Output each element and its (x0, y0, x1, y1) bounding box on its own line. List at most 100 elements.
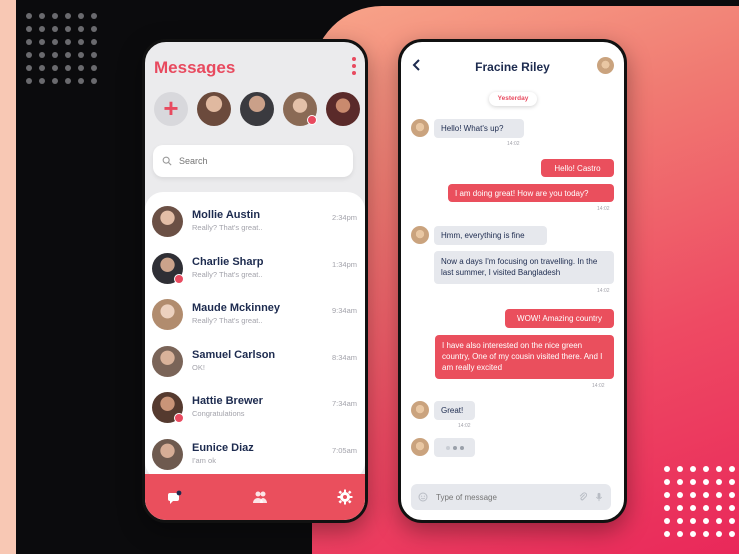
list-item[interactable]: Maude Mckinney Really? That's great.. 9:… (145, 291, 365, 338)
decorative-dot (690, 479, 696, 485)
message-timestamp: 14:02 (507, 141, 520, 147)
search-bar[interactable] (153, 145, 353, 177)
decorative-dot (78, 52, 84, 58)
add-story-button[interactable]: + (154, 92, 188, 126)
contacts-icon[interactable] (252, 489, 268, 505)
decorative-dot (703, 466, 709, 472)
avatar (152, 206, 183, 237)
message-preview: Really? That's great.. (192, 223, 263, 232)
chat-icon[interactable] (166, 489, 182, 505)
decorative-dot (716, 492, 722, 498)
bottom-navigation (145, 474, 365, 520)
search-icon (162, 156, 172, 166)
search-input[interactable] (177, 155, 341, 167)
decorative-dot (78, 65, 84, 71)
avatar[interactable] (597, 57, 614, 74)
avatar (152, 252, 184, 284)
avatar[interactable] (283, 92, 317, 126)
message-preview: Really? That's great.. (192, 269, 263, 279)
decorative-dot (78, 26, 84, 32)
contact-name: Maude Mckinney (192, 302, 281, 314)
decorative-dot-grid (26, 13, 97, 84)
stories-row: + (154, 92, 360, 126)
more-options-icon[interactable] (351, 57, 356, 75)
decorative-dot (664, 505, 670, 511)
decorative-dot (65, 13, 71, 19)
decorative-dot (729, 505, 735, 511)
list-item[interactable]: Samuel Carlson OK! 8:34am (145, 338, 365, 385)
avatar[interactable] (326, 92, 360, 126)
list-item[interactable]: Mollie Austin Really? That's great.. 2:3… (145, 198, 365, 245)
online-indicator (307, 115, 317, 125)
decorative-dot (664, 492, 670, 498)
decorative-dot (677, 518, 683, 524)
decorative-dot (65, 78, 71, 84)
incoming-message: Now a days I'm focusing on travelling. I… (434, 251, 614, 284)
message-time: 7:34am (331, 399, 357, 408)
decorative-dot (39, 26, 45, 32)
incoming-message: Hmm, everything is fine (434, 226, 547, 245)
date-separator: Yesterday (489, 92, 537, 106)
avatar[interactable] (240, 92, 274, 126)
list-item[interactable]: Charlie Sharp Really? That's great.. 1:3… (145, 245, 365, 292)
decorative-dot (677, 479, 683, 485)
decorative-dot (677, 531, 683, 537)
decorative-dot (39, 52, 45, 58)
decorative-dot (52, 13, 58, 19)
decorative-dot (91, 65, 97, 71)
decorative-dot (65, 65, 71, 71)
decorative-dot (703, 479, 709, 485)
decorative-dot (26, 26, 32, 32)
decorative-dot (703, 505, 709, 511)
attachment-icon[interactable] (578, 492, 588, 502)
messages-phone: Messages + Mollie Austin Really? That's … (142, 39, 368, 523)
list-item[interactable]: Hattie Brewer Congratulations 7:34am (145, 384, 365, 431)
list-item[interactable]: Eunice Diaz I'am ok 7:05am (145, 431, 365, 478)
decorative-dot (39, 78, 45, 84)
decorative-dot (26, 65, 32, 71)
outgoing-message: Hello! Castro (541, 159, 614, 177)
avatar (152, 299, 183, 330)
avatar (411, 226, 429, 244)
decorative-dot (677, 466, 683, 472)
decorative-dot (52, 78, 58, 84)
decorative-dot (716, 505, 722, 511)
decorative-dot (52, 52, 58, 58)
message-time: 1:34pm (331, 259, 357, 269)
decorative-dot (91, 13, 97, 19)
microphone-icon[interactable] (594, 492, 604, 502)
decorative-dot (664, 466, 670, 472)
decorative-dot (664, 531, 670, 537)
settings-icon[interactable] (337, 489, 353, 505)
avatar[interactable] (197, 92, 231, 126)
message-time: 2:34pm (331, 213, 357, 222)
conversation-phone: Fracine Riley Yesterday Hello! What's up… (398, 39, 627, 523)
decorative-dot (78, 39, 84, 45)
decorative-dot (91, 78, 97, 84)
incoming-message: Hello! What's up? (434, 119, 524, 138)
decorative-dot (65, 26, 71, 32)
decorative-dot (703, 531, 709, 537)
decorative-dot (39, 13, 45, 19)
decorative-dot (716, 518, 722, 524)
decorative-dot (729, 531, 735, 537)
decorative-dot (729, 479, 735, 485)
outgoing-message: I have also interested on the nice green… (435, 335, 614, 379)
decorative-dot (26, 39, 32, 45)
incoming-message: Great! (434, 401, 475, 420)
message-timestamp: 14:02 (597, 288, 610, 294)
decorative-dot (91, 52, 97, 58)
contact-name: Mollie Austin (192, 209, 261, 221)
page-title: Messages (154, 58, 236, 77)
decorative-dot (52, 26, 58, 32)
emoji-icon[interactable] (418, 492, 428, 502)
message-input[interactable] (434, 491, 572, 503)
decorative-dot (39, 65, 45, 71)
decorative-dot (716, 479, 722, 485)
decorative-dot (729, 492, 735, 498)
message-composer[interactable] (411, 484, 611, 510)
decorative-dot (65, 39, 71, 45)
message-preview: I'am ok (192, 455, 216, 465)
message-time: 7:05am (331, 445, 357, 455)
decorative-dot (703, 492, 709, 498)
